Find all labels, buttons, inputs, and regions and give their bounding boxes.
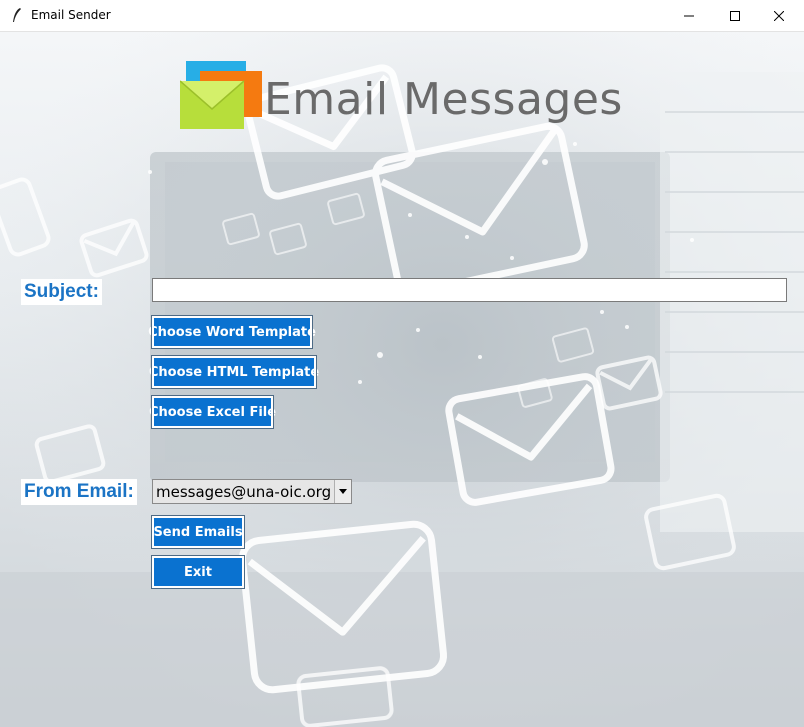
- choose-html-template-button[interactable]: Choose HTML Template: [149, 355, 319, 389]
- page-title: Email Messages: [264, 74, 623, 125]
- background-image: [0, 32, 804, 727]
- minimize-button[interactable]: [666, 0, 712, 31]
- email-stack-icon: [180, 61, 262, 129]
- close-icon: [774, 10, 784, 21]
- app-client-area: Email Messages Subject: Choose Word Temp…: [0, 32, 804, 727]
- close-button[interactable]: [756, 0, 802, 31]
- dropdown-arrow-icon[interactable]: [334, 480, 351, 503]
- title-bar: Email Sender: [0, 0, 804, 32]
- from-email-value: messages@una-oic.org: [156, 483, 332, 501]
- minimize-icon: [684, 15, 694, 16]
- send-emails-button[interactable]: Send Emails: [151, 515, 245, 549]
- subject-input[interactable]: [152, 278, 787, 302]
- exit-button[interactable]: Exit: [151, 555, 245, 589]
- subject-label: Subject:: [21, 279, 102, 305]
- from-email-label: From Email:: [21, 479, 137, 505]
- maximize-button[interactable]: [712, 0, 758, 31]
- window-title: Email Sender: [31, 8, 111, 22]
- choose-excel-file-button[interactable]: Choose Excel File: [149, 395, 276, 429]
- choose-word-template-button[interactable]: Choose Word Template: [148, 315, 316, 349]
- maximize-icon: [730, 10, 740, 21]
- from-email-select[interactable]: messages@una-oic.org: [152, 479, 352, 504]
- feather-icon: [13, 8, 21, 22]
